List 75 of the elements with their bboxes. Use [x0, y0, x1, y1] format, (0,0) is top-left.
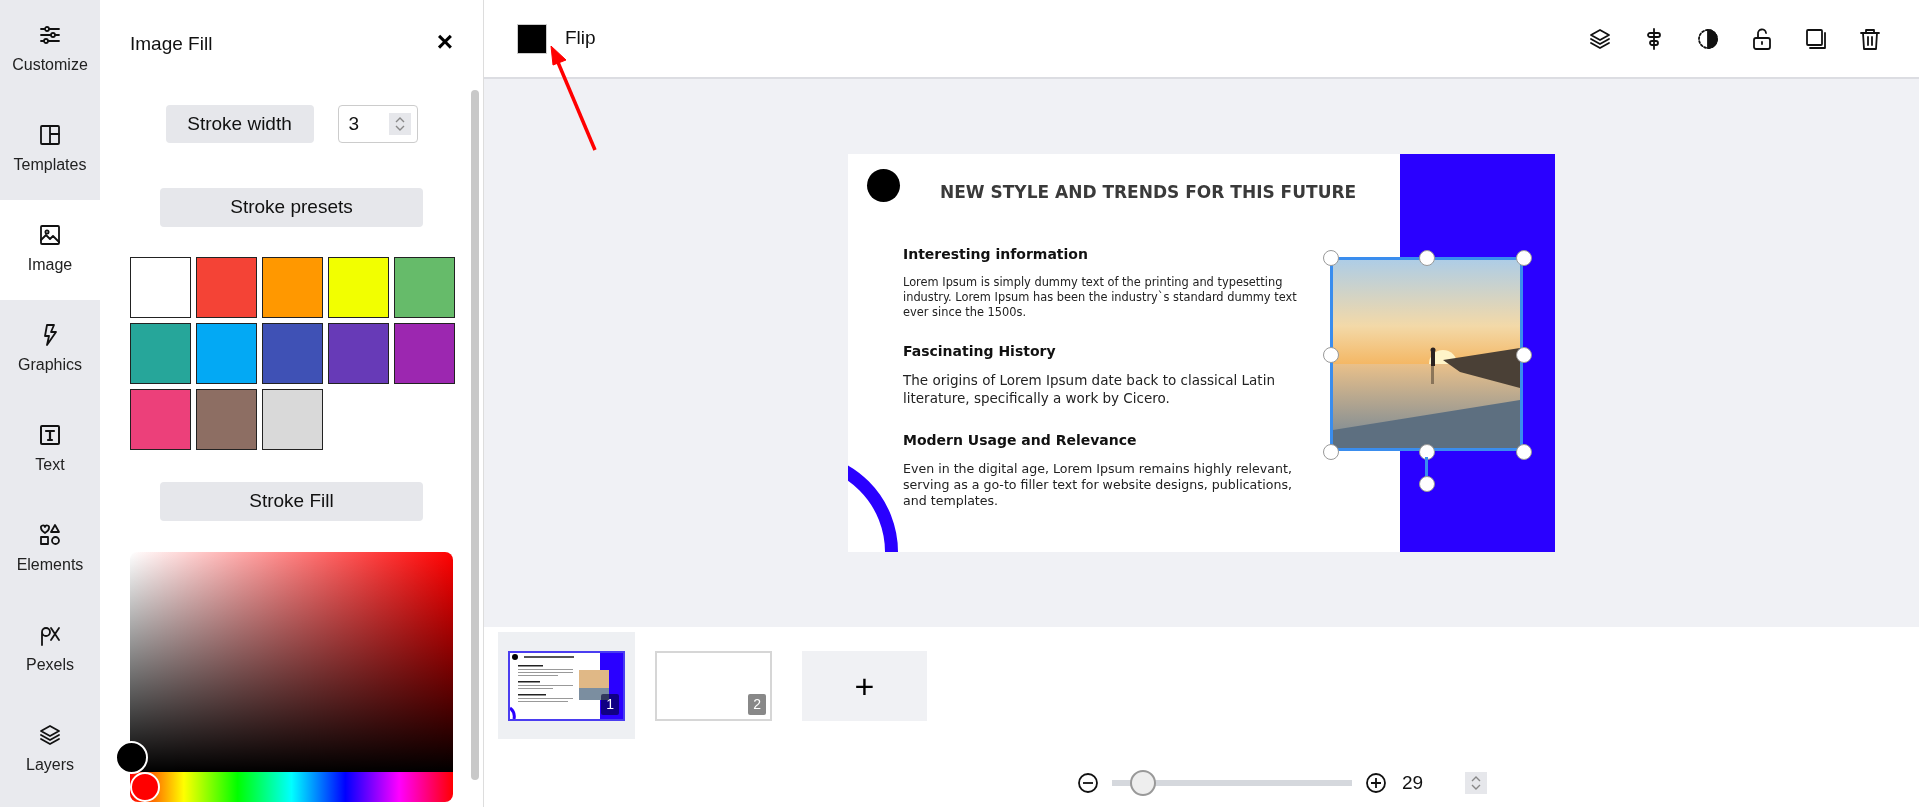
scrollbar[interactable] [471, 90, 479, 780]
color-swatch[interactable] [130, 323, 191, 384]
zoom-out-icon[interactable] [1075, 771, 1100, 796]
color-swatch[interactable] [196, 389, 257, 450]
stroke-presets-button[interactable]: Stroke presets [160, 188, 423, 227]
color-swatch[interactable] [394, 257, 455, 318]
color-swatch[interactable] [394, 323, 455, 384]
image-icon [38, 223, 62, 247]
section-text: Lorem Ipsum is simply dummy text of the printing and typesetting industry. Lorem Ipsum has been the industry`s standard dummy text ever since the 1500s. [903, 275, 1298, 320]
shapes-icon [38, 523, 62, 547]
text-icon [38, 423, 62, 447]
color-swatch[interactable] [262, 257, 323, 318]
page-thumbnail[interactable]: 1 [498, 632, 635, 739]
resize-handle[interactable] [1323, 444, 1339, 460]
sidebar-tab[interactable]: Elements [0, 500, 100, 600]
section-heading: Modern Usage and Relevance [903, 430, 1138, 450]
rotate-line [1425, 457, 1428, 479]
close-button[interactable]: × [436, 28, 453, 60]
layout-icon [38, 123, 62, 147]
zoom-slider-thumb[interactable] [1130, 770, 1157, 797]
sliders-icon [38, 23, 62, 47]
color-swatch[interactable] [130, 389, 191, 450]
trash-icon[interactable] [1858, 26, 1882, 51]
sidebar-tab[interactable]: Graphics [0, 300, 100, 400]
sidebar-tab-label: Customize [12, 55, 88, 75]
sidebar-tab[interactable]: Templates [0, 100, 100, 200]
sidebar-tab-label: Graphics [18, 355, 82, 375]
sidebar-tab[interactable]: Pexels [0, 600, 100, 700]
color-swatch[interactable] [328, 257, 389, 318]
sidebar-tab[interactable]: Layers [0, 700, 100, 800]
color-swatch[interactable] [262, 323, 323, 384]
sidebar-tab[interactable]: Text [0, 400, 100, 500]
sidebar-tab[interactable]: Image [0, 200, 100, 300]
sidebar-tab[interactable]: Customize [0, 0, 100, 100]
stroke-width-button[interactable]: Stroke width [165, 105, 314, 143]
add-page-button[interactable]: + [802, 651, 927, 721]
color-swatch[interactable] [328, 323, 389, 384]
section-heading: Interesting information [903, 245, 1089, 264]
section-heading: Fascinating History [903, 342, 1057, 362]
circle-shape [867, 169, 900, 202]
panel-title: Image Fill [130, 31, 213, 56]
color-gradient-area[interactable] [130, 552, 453, 772]
spinner-icon[interactable] [388, 113, 411, 135]
contrast-icon[interactable] [1696, 26, 1720, 51]
sidebar-tab-label: Image [27, 255, 73, 275]
page-number: 1 [601, 693, 619, 715]
section-text: The origins of Lorem Ipsum date back to classical Latin literature, specifically a work by Cicero. [903, 372, 1276, 408]
hue-handle[interactable] [130, 772, 160, 802]
color-swatch[interactable] [196, 257, 257, 318]
section-text: Even in the digital age, Lorem Ipsum remains highly relevant, serving as a go-to filler text for website designs, publications, and templates. [903, 460, 1294, 510]
stroke-width-field[interactable]: 3 [337, 105, 418, 143]
layers-icon [38, 723, 62, 747]
color-chip[interactable] [517, 23, 547, 54]
sidebar-tab-label: Pexels [26, 655, 74, 675]
stroke-width-value: 3 [348, 111, 360, 136]
hue-slider[interactable] [130, 772, 453, 802]
slide-title: NEW STYLE AND TRENDS FOR THIS FUTURE [940, 181, 1357, 204]
flip-label: Flip [565, 26, 596, 51]
sidebar-tab-label: Templates [13, 155, 87, 175]
unlock-icon[interactable] [1750, 26, 1774, 51]
color-swatch[interactable] [130, 257, 191, 318]
duplicate-icon[interactable] [1804, 26, 1828, 51]
page-number: 2 [748, 693, 766, 715]
zoom-in-icon[interactable] [1363, 771, 1388, 796]
sidebar-tab-label: Layers [26, 755, 74, 775]
stroke-fill-button[interactable]: Stroke Fill [160, 482, 423, 521]
sidebar-tab-label: Text [35, 455, 65, 475]
layers-icon[interactable] [1588, 26, 1612, 51]
resize-handle[interactable] [1323, 250, 1339, 266]
zoom-value: 29 [1401, 771, 1424, 795]
sidebar-tab-label: Elements [16, 555, 84, 575]
color-swatch[interactable] [196, 323, 257, 384]
spinner-icon[interactable] [1465, 772, 1488, 795]
color-swatch[interactable] [262, 389, 323, 450]
resize-handle[interactable] [1323, 347, 1339, 363]
